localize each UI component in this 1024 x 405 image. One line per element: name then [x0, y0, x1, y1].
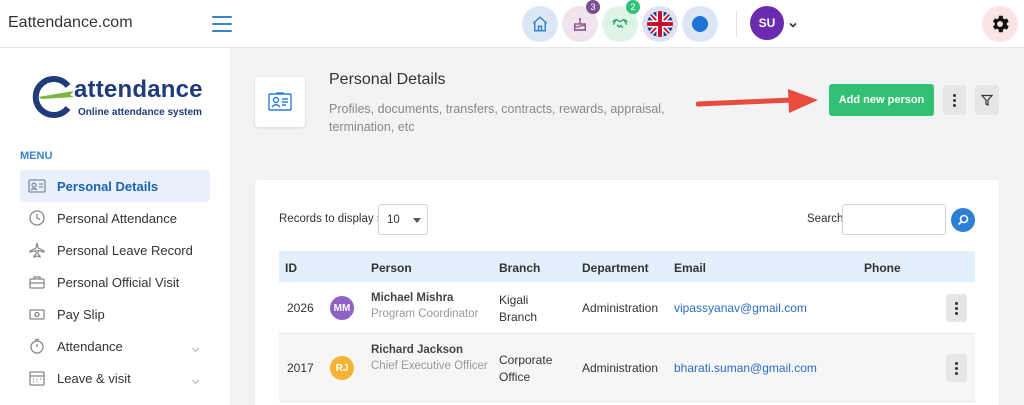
column-header-department[interactable]: Department [582, 261, 649, 275]
page-title: Personal Details [329, 71, 446, 88]
stopwatch-icon [28, 337, 46, 355]
filter-icon [981, 94, 993, 106]
person-cell: Michael Mishra Program Coordinator [371, 292, 478, 323]
person-cell: Richard Jackson Chief Executive Officer [371, 344, 489, 375]
person-name[interactable]: Michael Mishra [371, 292, 478, 304]
filter-button[interactable] [975, 85, 999, 115]
eattendance-logo[interactable]: attendance Online attendance system [30, 72, 210, 134]
cell-branch: Corporate Office [499, 353, 553, 384]
sidebar: attendance Online attendance system MENU… [0, 48, 230, 405]
cell-department: Administration [582, 361, 659, 375]
search-input[interactable] [842, 204, 946, 235]
table-row[interactable]: 2026 MM Michael Mishra Program Coordinat… [279, 282, 975, 334]
column-header-person[interactable]: Person [371, 261, 412, 275]
more-vertical-icon [953, 93, 956, 107]
sidebar-item-label: Personal Official Visit [57, 274, 180, 290]
records-label: Records to display » [279, 213, 384, 225]
user-avatar[interactable]: SU [750, 6, 784, 40]
column-header-phone[interactable]: Phone [864, 261, 901, 275]
more-options-button[interactable] [943, 85, 966, 115]
cell-id: 2026 [287, 301, 314, 315]
column-header-email[interactable]: Email [674, 261, 706, 275]
uk-flag-icon[interactable] [642, 6, 678, 42]
sidebar-item-personal-attendance[interactable]: Personal Attendance [20, 202, 210, 234]
sidebar-item-pay-slip[interactable]: Pay Slip [20, 298, 210, 330]
logo-subtitle: Online attendance system [78, 107, 202, 118]
clock-icon [28, 209, 46, 227]
gear-icon[interactable] [982, 6, 1018, 42]
person-name[interactable]: Richard Jackson [371, 344, 489, 356]
records-select[interactable]: 10 [378, 204, 428, 235]
sidebar-item-label: Personal Leave Record [57, 242, 193, 258]
sidebar-item-leave-visit[interactable]: Leave & visit [20, 362, 210, 394]
column-header-branch[interactable]: Branch [499, 261, 540, 275]
red-arrow-annotation [696, 89, 818, 113]
status-dot-icon[interactable] [682, 6, 718, 42]
chevron-down-icon[interactable] [191, 373, 200, 388]
sidebar-item-personal-leave-record[interactable]: Personal Leave Record [20, 234, 210, 266]
cell-department: Administration [582, 301, 659, 315]
column-header-id[interactable]: ID [285, 261, 297, 275]
divider [736, 10, 737, 38]
home-icon[interactable] [522, 6, 558, 42]
sidebar-nav: Personal Details Personal Attendance Per… [20, 170, 210, 394]
person-role: Program Coordinator [371, 308, 479, 320]
sidebar-item-label: Leave & visit [57, 370, 131, 386]
calendar-icon [28, 369, 46, 387]
sidebar-item-label: Personal Attendance [57, 210, 177, 226]
logo-title: attendance [74, 76, 203, 103]
menu-heading: MENU [20, 150, 53, 162]
sidebar-item-personal-official-visit[interactable]: Personal Official Visit [20, 266, 210, 298]
hamburger-menu-icon[interactable] [212, 16, 232, 32]
table-header: ID Person Branch Department Email Phone [279, 251, 975, 282]
personal-details-icon [255, 77, 305, 127]
more-vertical-icon [955, 361, 958, 375]
dropdown-arrow-icon [413, 218, 421, 223]
sidebar-item-personal-details[interactable]: Personal Details [20, 170, 210, 202]
sidebar-item-attendance[interactable]: Attendance [20, 330, 210, 362]
money-icon [28, 305, 46, 323]
handshake-icon[interactable]: 2 [602, 0, 640, 42]
person-avatar: MM [330, 296, 354, 320]
chevron-down-icon[interactable] [191, 341, 200, 356]
row-actions-button[interactable] [946, 294, 967, 322]
page-subtitle: Profiles, documents, transfers, contract… [329, 102, 665, 134]
more-vertical-icon [955, 301, 958, 315]
sidebar-item-label: Attendance [57, 338, 123, 354]
records-value: 10 [387, 213, 400, 226]
cell-branch: Kigali Branch [499, 293, 538, 324]
briefcase-icon [28, 273, 46, 291]
handshake-count-badge: 2 [626, 0, 640, 14]
cell-email[interactable]: vipassyanav@gmail.com [674, 301, 807, 315]
chevron-down-icon[interactable] [788, 17, 798, 35]
birthday-count-badge: 3 [586, 0, 600, 14]
search-button[interactable] [951, 208, 975, 232]
id-card-icon [28, 177, 46, 195]
sidebar-item-label: Pay Slip [57, 306, 105, 322]
row-actions-button[interactable] [946, 354, 967, 382]
cake-icon[interactable]: 3 [562, 0, 600, 42]
search-label: Search [807, 213, 844, 225]
search-icon [957, 214, 969, 226]
persons-table-card: Records to display » 10 Search ID Person… [255, 180, 999, 405]
person-avatar: RJ [330, 356, 354, 380]
person-role: Chief Executive Officer [371, 360, 488, 372]
top-bar: Eattendance.com 3 2 SU [0, 0, 1024, 48]
brand-name[interactable]: Eattendance.com [8, 14, 133, 32]
airplane-icon [28, 241, 46, 259]
add-new-person-button[interactable]: Add new person [829, 84, 934, 116]
cell-email[interactable]: bharati.suman@gmail.com [674, 361, 817, 375]
sidebar-item-label: Personal Details [57, 178, 159, 194]
table-row[interactable]: 2017 RJ Richard Jackson Chief Executive … [279, 334, 975, 402]
cell-id: 2017 [287, 361, 314, 375]
